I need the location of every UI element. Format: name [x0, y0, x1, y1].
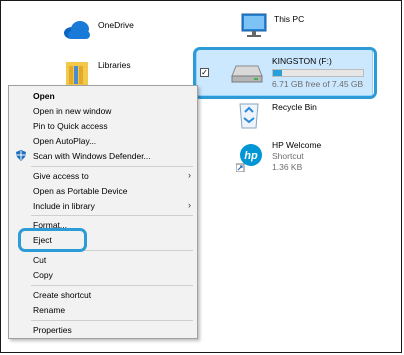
- onedrive-cloud-icon: [64, 21, 90, 39]
- hp-welcome-type: Shortcut: [272, 151, 304, 161]
- context-menu: Open Open in new window Pin to Quick acc…: [8, 85, 198, 339]
- menu-item-rename[interactable]: Rename: [33, 305, 65, 315]
- this-pc-monitor-icon: [241, 13, 267, 37]
- svg-text:hp: hp: [244, 150, 258, 162]
- menu-separator: [31, 320, 193, 321]
- chevron-right-icon: ›: [188, 170, 191, 180]
- hp-welcome-size: 1.36 KB: [272, 162, 303, 172]
- hp-logo-icon: hp: [236, 144, 262, 172]
- recycle-bin-label: Recycle Bin: [272, 102, 317, 112]
- drive-highlight-box: [193, 47, 377, 99]
- menu-item-open[interactable]: Open: [33, 91, 55, 101]
- menu-item-copy[interactable]: Copy: [33, 270, 53, 280]
- libraries-folder-icon: [66, 62, 88, 86]
- hp-welcome-item[interactable]: hp HP Welcome Shortcut 1.36 KB: [234, 140, 344, 176]
- libraries-item[interactable]: Libraries: [60, 56, 140, 86]
- menu-item-open-new-window[interactable]: Open in new window: [33, 106, 111, 116]
- menu-separator: [31, 215, 193, 216]
- menu-item-open-autoplay[interactable]: Open AutoPlay...: [33, 136, 96, 146]
- menu-item-cut[interactable]: Cut: [33, 255, 46, 265]
- onedrive-label: OneDrive: [98, 20, 134, 30]
- menu-item-include-library[interactable]: Include in library: [33, 201, 95, 211]
- recycle-bin-icon: [239, 103, 259, 129]
- this-pc-item[interactable]: This PC: [240, 10, 330, 42]
- menu-item-create-shortcut[interactable]: Create shortcut: [33, 290, 91, 300]
- hp-welcome-label: HP Welcome: [272, 140, 322, 150]
- menu-separator: [31, 166, 193, 167]
- menu-separator: [31, 285, 193, 286]
- menu-item-scan-defender[interactable]: Scan with Windows Defender...: [33, 151, 151, 161]
- menu-item-open-portable[interactable]: Open as Portable Device: [33, 186, 128, 196]
- menu-item-give-access[interactable]: Give access to: [33, 171, 89, 181]
- onedrive-item[interactable]: OneDrive: [60, 14, 140, 42]
- menu-item-properties[interactable]: Properties: [33, 325, 72, 335]
- eject-highlight-box: [18, 228, 87, 252]
- libraries-label: Libraries: [98, 60, 131, 70]
- recycle-bin-item[interactable]: Recycle Bin: [236, 98, 336, 130]
- menu-item-pin-quick-access[interactable]: Pin to Quick access: [33, 121, 108, 131]
- this-pc-label: This PC: [274, 14, 305, 24]
- shield-icon: [16, 150, 26, 161]
- chevron-right-icon: ›: [188, 200, 191, 210]
